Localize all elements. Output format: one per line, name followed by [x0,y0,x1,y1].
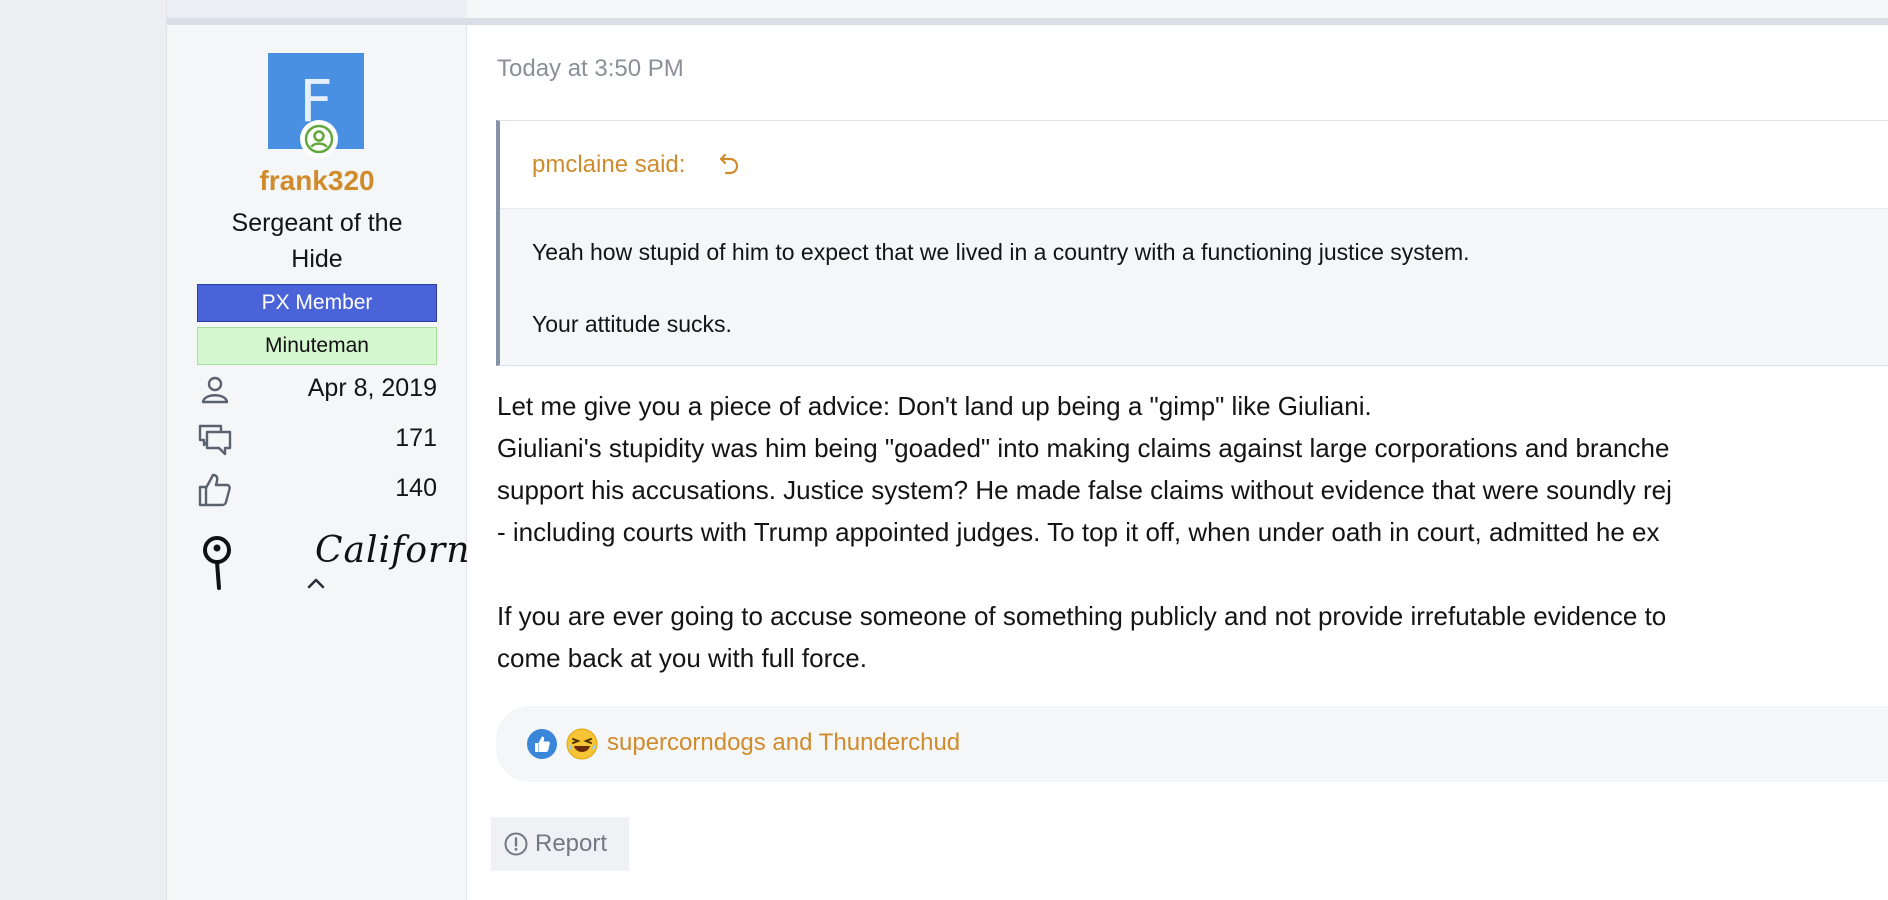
map-pin-icon [197,532,241,596]
message-line: Let me give you a piece of advice: Don't… [497,391,1372,421]
quote-block: pmclaine said: Yeah how stupid of him to… [496,120,1888,366]
return-arrow-icon[interactable] [718,152,740,176]
user-banner-minuteman: Minuteman [197,327,437,365]
quote-line: Your attitude sucks. [532,311,732,337]
alert-circle-icon [503,831,529,857]
message-line: come back at you with full force. [497,643,867,673]
previous-post-edge [167,0,1888,18]
message-line: support his accusations. Justice system?… [497,475,1672,505]
chevron-up-icon[interactable] [303,570,329,596]
user-banner-px-member: PX Member [197,284,437,322]
page-background [0,0,166,900]
forum-post: F frank320 Sergeant of the Hide PX Membe… [166,0,1888,900]
quote-author-link[interactable]: pmclaine said: [532,151,685,179]
online-status-icon [300,120,338,158]
quote-body: Yeah how stupid of him to expect that we… [532,234,1888,342]
message-line: If you are ever going to accuse someone … [497,601,1667,631]
location-stat: California [197,530,504,600]
quote-line: Yeah how stupid of him to expect that we… [532,239,1470,265]
user-title: Sergeant of the Hide [231,209,403,273]
post-divider [167,18,1888,25]
post-content: Today at 3:50 PM pmclaine said: Yeah how… [467,25,1888,900]
quote-header: pmclaine said: [500,121,1888,209]
reactions-bar: supercorndogs and Thunderchud [496,706,1888,782]
post-date[interactable]: Today at 3:50 PM [497,55,684,83]
haha-icon[interactable] [566,728,598,760]
username[interactable]: frank320 [167,165,467,197]
message-body: Let me give you a piece of advice: Don't… [497,385,1888,679]
messages-count: 171 [395,424,437,452]
reactions-count: 140 [395,474,437,502]
messages-stat: 171 [197,420,437,460]
reaction-users-link[interactable]: supercorndogs and Thunderchud [607,729,960,757]
reactions-stat: 140 [197,470,437,510]
message-line: Giuliani's stupidity was him being "goad… [497,433,1670,463]
post-user-column: F frank320 Sergeant of the Hide PX Membe… [167,25,504,900]
joined-date: Apr 8, 2019 [307,374,437,402]
thumbs-up-icon [197,472,233,508]
report-label: Report [535,830,608,857]
report-button[interactable]: Report [491,817,629,871]
like-icon[interactable] [526,728,558,760]
user-icon [197,372,233,408]
joined-stat: Apr 8, 2019 [197,370,437,410]
comments-icon [197,422,233,458]
message-line: - including courts with Trump appointed … [497,517,1660,547]
